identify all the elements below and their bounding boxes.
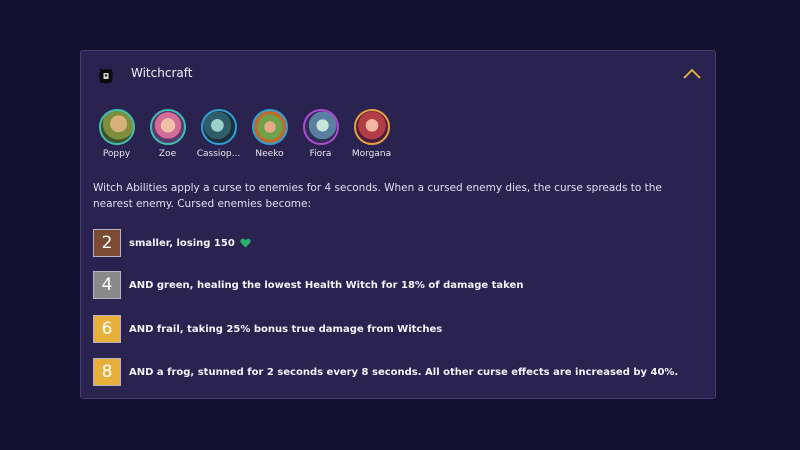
tier-count-badge: 8 [93,358,121,386]
champion-portrait [149,109,186,145]
champion-zoe[interactable]: Zoe [142,109,193,159]
champion-poppy[interactable]: Poppy [91,109,142,159]
tier-count-badge: 6 [93,315,121,343]
chevron-up-icon[interactable] [681,65,703,83]
champion-name: Morgana [351,149,392,159]
champion-portrait [98,109,135,145]
tier-effect: smaller, losing 150 [129,238,251,249]
tier-effect: AND frail, taking 25% bonus true damage … [129,324,442,335]
champion-name: Fiora [309,149,332,159]
champion-name: Zoe [158,149,177,159]
tier-row: 4 AND green, healing the lowest Health W… [93,271,523,299]
champion-name: Neeko [255,149,284,159]
tier-effect-text: AND a frog, stunned for 2 seconds every … [129,366,679,378]
champion-name: Poppy [102,149,131,159]
champion-name: Cassiop... [196,149,241,159]
champion-fiora[interactable]: Fiora [295,109,346,159]
trait-title: Witchcraft [131,66,193,80]
trait-header[interactable]: Witchcraft [81,51,715,99]
trait-panel: Witchcraft Poppy Zoe Cassiop... Neeko Fi… [80,50,716,399]
heart-icon [240,238,251,248]
tier-count-badge: 4 [93,271,121,299]
tier-effect-text: AND frail, taking 25% bonus true damage … [129,323,443,335]
tier-count-badge: 2 [93,229,121,257]
tier-effect-text: AND green, healing the lowest Health Wit… [129,279,524,291]
champion-portrait [302,109,339,145]
champion-morgana[interactable]: Morgana [346,109,397,159]
witch-icon [99,68,113,84]
champion-portrait [200,109,237,145]
champion-neeko[interactable]: Neeko [244,109,295,159]
champion-portrait [353,109,390,145]
champion-portrait [251,109,288,145]
tier-row: 2 smaller, losing 150 [93,229,251,257]
tier-row: 6 AND frail, taking 25% bonus true damag… [93,315,442,343]
tier-effect-text: smaller, losing 150 [129,237,235,249]
champion-list: Poppy Zoe Cassiop... Neeko Fiora Morgana [91,109,397,159]
tier-row: 8 AND a frog, stunned for 2 seconds ever… [93,358,678,386]
trait-description: Witch Abilities apply a curse to enemies… [93,182,662,210]
tier-effect: AND a frog, stunned for 2 seconds every … [129,367,678,378]
champion-cassiopeia[interactable]: Cassiop... [193,109,244,159]
tier-effect: AND green, healing the lowest Health Wit… [129,280,523,291]
